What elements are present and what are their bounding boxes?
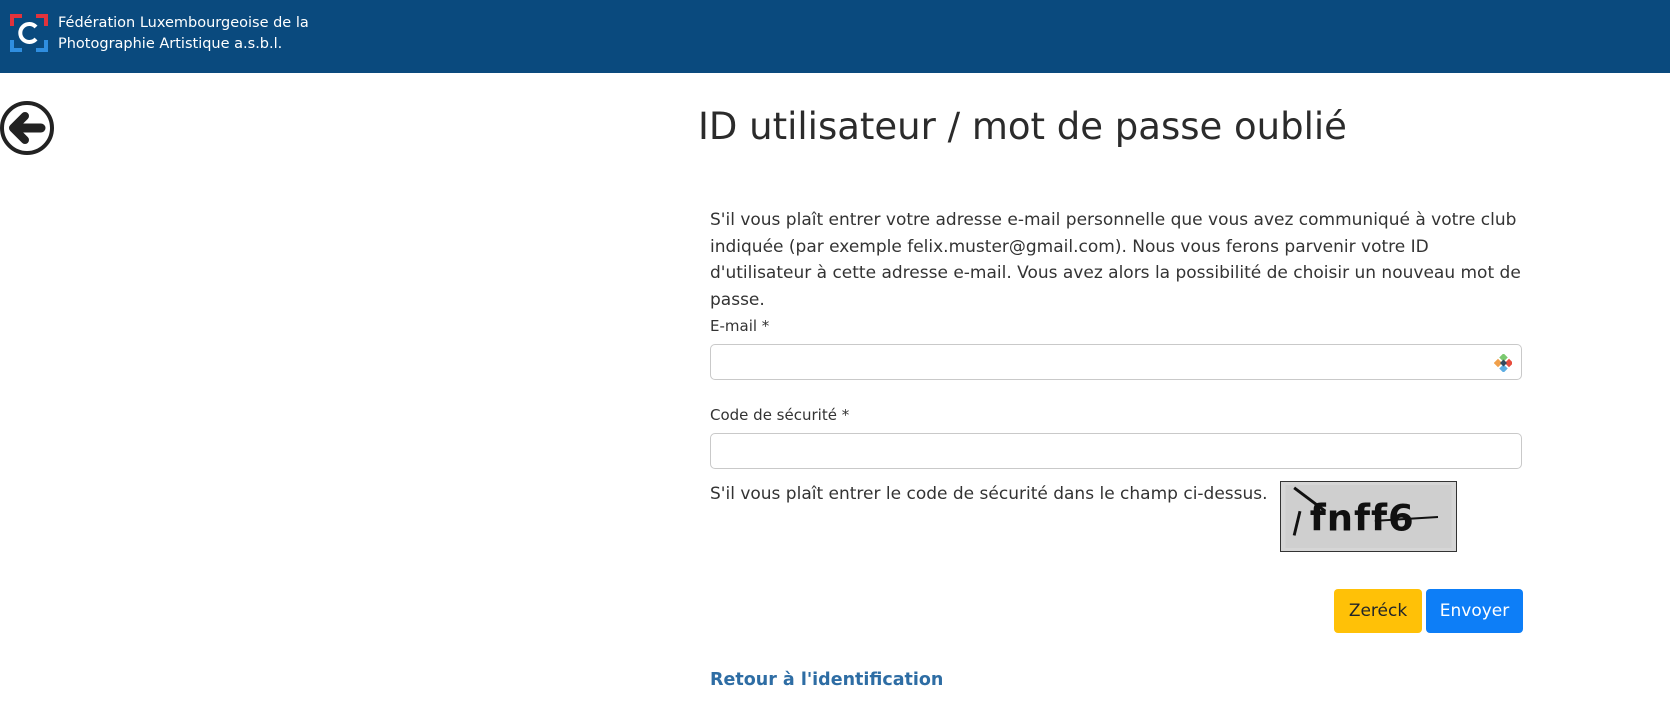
organization-name: Fédération Luxembourgeoise de la Photogr… — [58, 13, 318, 55]
flpa-logo-icon[interactable] — [10, 14, 48, 52]
page-title: ID utilisateur / mot de passe oublié — [698, 105, 1347, 148]
email-input[interactable] — [710, 344, 1522, 380]
security-code-input[interactable] — [710, 433, 1522, 469]
password-manager-icon[interactable] — [1494, 354, 1512, 372]
back-arrow-icon[interactable] — [0, 100, 56, 156]
security-code-label: Code de sécurité * — [710, 406, 850, 424]
return-to-login-link[interactable]: Retour à l'identification — [710, 670, 943, 690]
top-header: Fédération Luxembourgeoise de la Photogr… — [0, 0, 1670, 73]
organization-name-line-2: Photographie Artistique a.s.b.l. — [58, 36, 283, 52]
captcha-text: fnff6 — [1310, 497, 1415, 540]
email-label: E-mail * — [710, 317, 770, 335]
send-button[interactable]: Envoyer — [1426, 589, 1523, 633]
organization-name-line-1: Fédération Luxembourgeoise de la — [58, 15, 309, 31]
captcha-image: fnff6 — [1280, 481, 1457, 552]
back-button[interactable]: Zeréck — [1334, 589, 1422, 633]
intro-text: S'il vous plaît entrer votre adresse e-m… — [710, 210, 1521, 310]
captcha-hint: S'il vous plaît entrer le code de sécuri… — [710, 484, 1268, 504]
